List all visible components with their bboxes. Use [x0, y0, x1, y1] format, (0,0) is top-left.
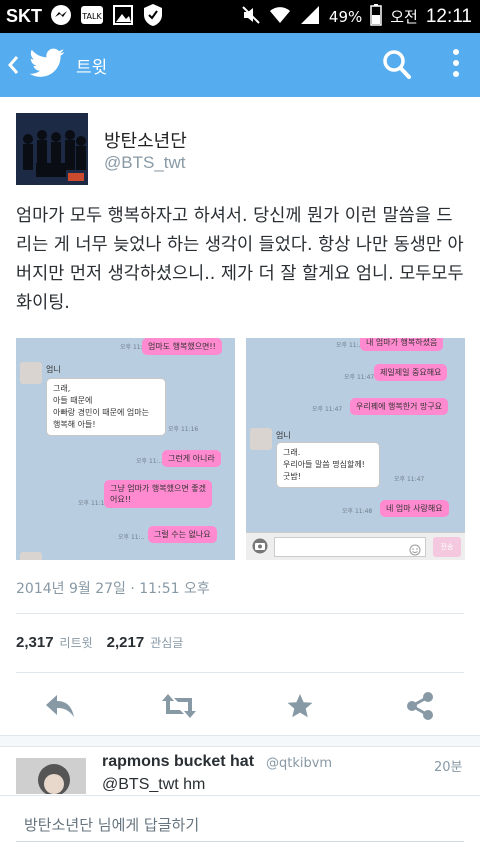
messenger-icon	[50, 4, 72, 30]
twitter-bird-icon[interactable]	[28, 47, 66, 85]
clock: 12:11	[425, 5, 472, 27]
search-icon[interactable]	[382, 49, 412, 85]
chat-timestamp: 오후 11:48	[342, 508, 373, 515]
section-separator	[0, 735, 480, 747]
reply-author-name[interactable]: rapmons bucket hat	[102, 753, 254, 771]
emoticon-icon	[409, 541, 421, 560]
chat-screenshot-left[interactable]: 오후 11:.. 엄마도 행복했으면!! 엄니 그래, 아들 때문에 아빠랑 경…	[16, 338, 235, 560]
tweet-timestamp: 2014년 9월 27일 · 11:51 오후	[16, 581, 210, 597]
chat-sender-name: 엄니	[46, 365, 61, 374]
chat-sender-avatar	[250, 428, 272, 450]
back-icon[interactable]	[6, 53, 20, 81]
chat-timestamp: 오후 11:47	[344, 374, 375, 381]
chat-message: 그럴 수는 없나요	[148, 526, 217, 543]
chat-message: 그래. 우리아들 말씀 명심할께! 굿밤!	[276, 442, 380, 488]
mute-icon	[241, 5, 261, 29]
chat-timestamp: 오후 11:47	[394, 476, 425, 483]
chat-sender-name: 엄니	[276, 431, 291, 440]
reply-composer: 방탄소년단 님에게 답글하기	[0, 795, 480, 853]
signal-icon	[299, 5, 321, 29]
chat-input-bar: 전송	[246, 532, 465, 560]
retweet-label[interactable]: 리트윗	[60, 634, 93, 651]
gallery-icon	[112, 4, 134, 30]
chat-timestamp: 오후 11:16	[168, 426, 199, 433]
chat-message: 제일제일 중요해요	[374, 364, 448, 381]
status-bar: SKT TALK 49% 오전 12:11	[0, 0, 480, 33]
battery-icon	[370, 3, 382, 30]
chat-screenshot-right[interactable]: 오후 11:.. 내 엄마가 행복하셨음 오후 11:47 제일제일 중요해요 …	[246, 338, 465, 560]
action-bar: 트윗	[0, 33, 480, 97]
chat-sender-avatar	[20, 362, 42, 384]
chat-message: 그래, 아들 때문에 아빠랑 경민이 때문에 엄마는 행복해 아들!	[46, 378, 166, 436]
reply-author-handle[interactable]: @qtkibvm	[266, 756, 332, 771]
reply-icon[interactable]	[44, 692, 76, 724]
chat-message: 내 엄마가 행복하셨음	[360, 338, 444, 351]
chat-message: 엄마도 행복했으면!!	[142, 338, 222, 355]
author-handle[interactable]: @BTS_twt	[104, 153, 186, 173]
author-avatar[interactable]	[16, 113, 88, 185]
reply-text: @BTS_twt hm	[102, 776, 206, 793]
time-period: 오전	[390, 8, 418, 26]
chat-message: 그냥 엄마가 행복했으면 좋겠 어요!!	[104, 480, 212, 508]
share-icon[interactable]	[406, 692, 434, 724]
overflow-menu-icon[interactable]	[452, 47, 460, 85]
battery-percent: 49%	[328, 7, 363, 26]
tweet-text: 엄마가 모두 행복하자고 하셔서. 당신께 뭔가 이런 말씀을 드리는 게 너무…	[16, 206, 464, 313]
chat-text-field	[274, 537, 426, 557]
chat-message: 그런게 아니라	[162, 450, 221, 467]
favorite-label[interactable]: 관심글	[150, 634, 183, 651]
reply-time: 20분	[434, 760, 463, 775]
screen-title: 트윗	[76, 58, 108, 78]
divider	[16, 613, 464, 614]
kakaotalk-icon: TALK	[80, 4, 104, 30]
svg-text:TALK: TALK	[81, 12, 102, 21]
chat-send-button: 전송	[433, 537, 461, 557]
tweet-stats: 2,317 리트윗 2,217 관심글	[16, 634, 197, 651]
favorite-count[interactable]: 2,217	[107, 634, 145, 651]
divider	[16, 672, 464, 673]
retweet-icon[interactable]	[160, 692, 198, 724]
chat-timestamp: 오후 11:..	[336, 342, 363, 349]
chat-message: 우리꿰에 행복한거 망구요	[350, 398, 449, 415]
retweet-count[interactable]: 2,317	[16, 634, 54, 651]
chat-sender-avatar	[20, 552, 42, 560]
favorite-star-icon[interactable]	[286, 692, 314, 724]
reply-input[interactable]: 방탄소년단 님에게 답글하기	[16, 810, 464, 842]
chat-timestamp: 오후 11:..	[118, 534, 145, 541]
author-name[interactable]: 방탄소년단	[104, 127, 187, 153]
chat-timestamp: 오후 11:47	[312, 406, 343, 413]
camera-icon	[252, 538, 268, 558]
wifi-icon	[269, 5, 291, 29]
chat-timestamp: 오후 11:..	[136, 458, 163, 465]
reply-avatar[interactable]	[16, 758, 86, 794]
shield-icon	[142, 3, 164, 31]
chat-message: 네 엄마 사랑해요	[380, 500, 449, 517]
carrier-label: SKT	[6, 6, 42, 26]
